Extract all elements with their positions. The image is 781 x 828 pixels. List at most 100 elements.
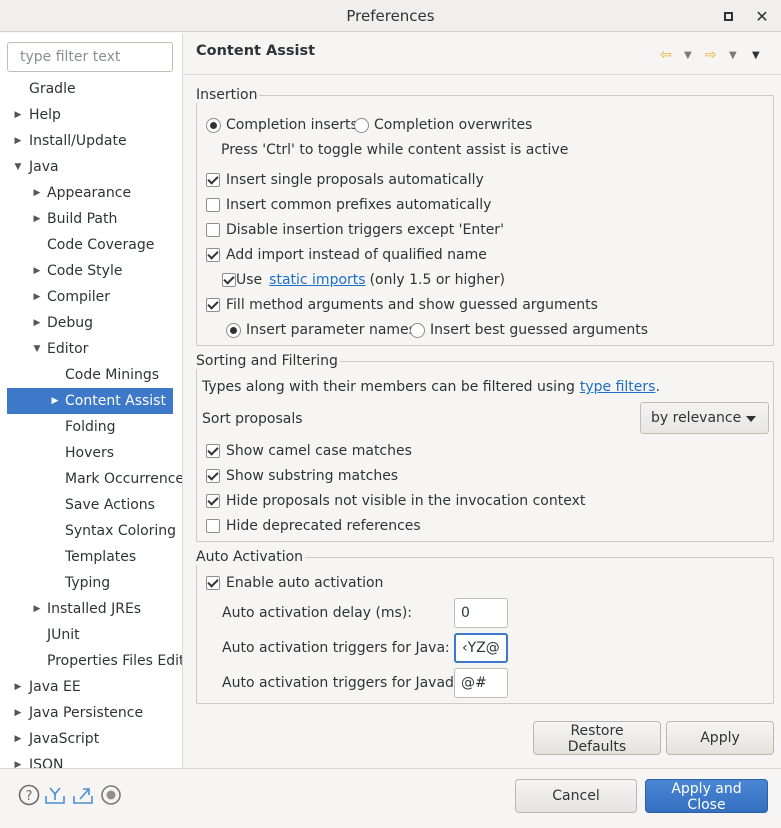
java-triggers-label: Auto activation triggers for Java:	[222, 640, 450, 656]
collapsed-arrow-icon[interactable]: ▶	[31, 258, 43, 284]
apply-button[interactable]: Apply	[666, 721, 774, 755]
collapsed-arrow-icon[interactable]: ▶	[31, 310, 43, 336]
forward-history-dropdown-icon[interactable]: ▼	[729, 50, 737, 61]
apply-and-close-button[interactable]: Apply and Close	[645, 779, 768, 813]
use-static-imports-checkbox[interactable]: Use static imports (only 1.5 or higher)	[222, 270, 505, 290]
tree-item[interactable]: ▶ Build Path	[0, 206, 182, 232]
sorting-filtering-group-title: Sorting and Filtering	[196, 353, 340, 369]
type-filters-link[interactable]: type filters	[580, 377, 656, 397]
tree-item[interactable]: Save Actions	[0, 492, 182, 518]
insert-best-guessed-radio[interactable]: Insert best guessed arguments	[410, 320, 648, 340]
collapsed-arrow-icon[interactable]: ▶	[12, 102, 24, 128]
tree-item[interactable]: ▶ Content Assist	[7, 388, 173, 414]
tree-item[interactable]: Gradle	[0, 76, 182, 102]
close-button[interactable]: ✕	[752, 6, 772, 26]
tree-item[interactable]: Properties Files Edit	[0, 648, 182, 674]
import-button[interactable]	[44, 784, 66, 806]
collapsed-arrow-icon[interactable]: ▶	[31, 180, 43, 206]
back-arrow-icon[interactable]: ⇦	[660, 47, 672, 63]
completion-inserts-radio[interactable]: Completion inserts	[206, 115, 358, 135]
hide-deprecated-checkbox[interactable]: Hide deprecated references	[206, 516, 421, 536]
forward-arrow-icon[interactable]: ⇨	[705, 47, 717, 63]
tree-item[interactable]: ▶ JavaScript	[0, 726, 182, 752]
tree-item[interactable]: ▶ Debug	[0, 310, 182, 336]
tree-item[interactable]: ▼ Java	[0, 154, 182, 180]
tree-item[interactable]: ▶ Java Persistence	[0, 700, 182, 726]
collapsed-arrow-icon[interactable]: ▶	[49, 388, 61, 414]
collapsed-arrow-icon[interactable]: ▶	[12, 700, 24, 726]
collapsed-arrow-icon[interactable]: ▶	[12, 726, 24, 752]
java-triggers-input[interactable]	[454, 633, 508, 663]
tree-item[interactable]: Typing	[0, 570, 182, 596]
checkbox-indicator	[206, 576, 220, 590]
radio-indicator	[206, 117, 221, 133]
use-label: Use	[236, 272, 263, 288]
tree-item[interactable]: ▶ Code Style	[0, 258, 182, 284]
tree-item[interactable]: ▶ Appearance	[0, 180, 182, 206]
fill-method-checkbox[interactable]: Fill method arguments and show guessed a…	[206, 295, 598, 315]
checkbox-indicator	[206, 298, 220, 312]
substring-checkbox[interactable]: Show substring matches	[206, 466, 398, 486]
tree-item-label: Installed JREs	[47, 601, 142, 617]
collapsed-arrow-icon[interactable]: ▶	[12, 752, 24, 768]
tree-item-label: Hovers	[65, 445, 115, 461]
content-assist-page: Content Assist ⇦ ▼ ⇨ ▼ ▼ Insertion Compl…	[184, 33, 781, 768]
add-import-checkbox[interactable]: Add import instead of qualified name	[206, 245, 487, 265]
collapsed-arrow-icon[interactable]: ▶	[31, 596, 43, 622]
collapsed-arrow-icon[interactable]: ▶	[31, 284, 43, 310]
close-icon: ✕	[755, 6, 769, 26]
static-imports-link[interactable]: static imports	[269, 270, 365, 290]
help-button[interactable]: ?	[18, 784, 40, 806]
insert-common-checkbox[interactable]: Insert common prefixes automatically	[206, 195, 491, 215]
tree-item[interactable]: ▼ Editor	[0, 336, 182, 362]
page-title: Content Assist	[196, 43, 316, 59]
checkbox-indicator	[206, 444, 220, 458]
back-history-dropdown-icon[interactable]: ▼	[684, 50, 692, 61]
tree-item[interactable]: Mark Occurrence	[0, 466, 182, 492]
collapsed-arrow-icon[interactable]: ▶	[31, 206, 43, 232]
tree-item-label: Syntax Coloring	[65, 523, 177, 539]
sort-proposals-combo[interactable]: by relevance	[640, 402, 769, 434]
period: .	[655, 379, 660, 395]
tree-item[interactable]: Hovers	[0, 440, 182, 466]
tree-item[interactable]: ▶ Compiler	[0, 284, 182, 310]
oomph-sync-button[interactable]	[100, 784, 122, 806]
tree-item[interactable]: JUnit	[0, 622, 182, 648]
export-button[interactable]	[72, 784, 94, 806]
camel-case-checkbox[interactable]: Show camel case matches	[206, 441, 412, 461]
disable-triggers-checkbox[interactable]: Disable insertion triggers except 'Enter…	[206, 220, 504, 240]
restore-defaults-button[interactable]: Restore Defaults	[533, 721, 661, 755]
expanded-arrow-icon[interactable]: ▼	[31, 336, 43, 362]
tree-item[interactable]: ▶ Java EE	[0, 674, 182, 700]
filter-input[interactable]	[7, 42, 173, 72]
insert-single-checkbox[interactable]: Insert single proposals automatically	[206, 170, 484, 190]
maximize-button[interactable]	[718, 6, 738, 26]
expanded-arrow-icon[interactable]: ▼	[12, 154, 24, 180]
insert-parameter-names-radio[interactable]: Insert parameter names	[226, 320, 416, 340]
tree-item[interactable]: Code Minings	[0, 362, 182, 388]
types-text: Types along with their members can be fi…	[202, 379, 575, 395]
tree-item-label: Code Style	[47, 263, 123, 279]
hide-not-visible-checkbox[interactable]: Hide proposals not visible in the invoca…	[206, 491, 585, 511]
tree-item[interactable]: Syntax Coloring	[0, 518, 182, 544]
collapsed-arrow-icon[interactable]: ▶	[12, 128, 24, 154]
tree-item[interactable]: Folding	[0, 414, 182, 440]
tree-item-label: Build Path	[47, 211, 118, 227]
tree-item[interactable]: Code Coverage	[0, 232, 182, 258]
tree-item[interactable]: ▶ Install/Update	[0, 128, 182, 154]
checkbox-indicator	[206, 519, 220, 533]
view-menu-icon[interactable]: ▼	[752, 50, 760, 61]
help-icon: ?	[18, 784, 40, 806]
delay-input[interactable]	[454, 598, 508, 628]
tree-item-label: JavaScript	[29, 731, 100, 747]
tree-item[interactable]: ▶ Help	[0, 102, 182, 128]
javadoc-triggers-input[interactable]	[454, 668, 508, 698]
collapsed-arrow-icon[interactable]: ▶	[12, 674, 24, 700]
cancel-button[interactable]: Cancel	[515, 779, 637, 813]
completion-overwrites-radio[interactable]: Completion overwrites	[354, 115, 532, 135]
title-bar: Preferences ✕	[0, 0, 781, 32]
enable-auto-activation-checkbox[interactable]: Enable auto activation	[206, 573, 383, 593]
tree-item[interactable]: ▶ JSON	[0, 752, 182, 768]
tree-item[interactable]: Templates	[0, 544, 182, 570]
tree-item[interactable]: ▶ Installed JREs	[0, 596, 182, 622]
